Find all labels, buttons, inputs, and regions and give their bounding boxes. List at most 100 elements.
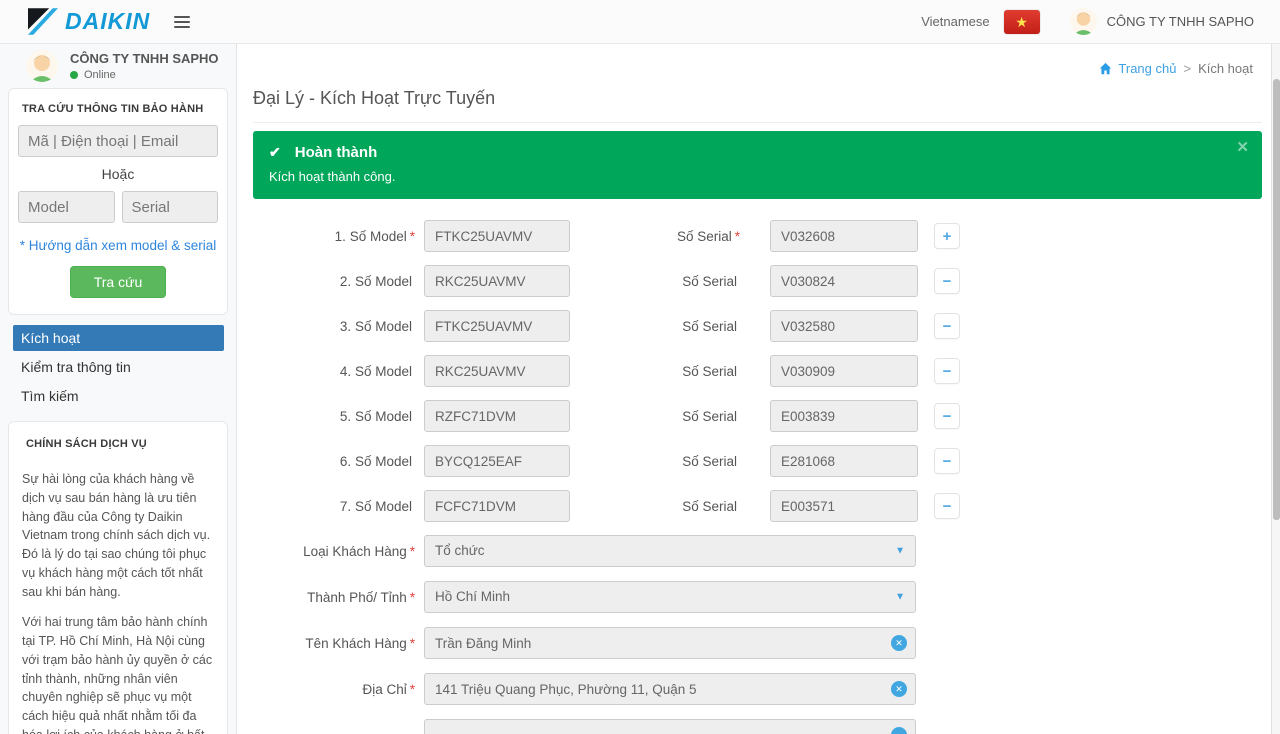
lookup-submit-button[interactable]: Tra cứu	[70, 266, 167, 298]
policy-paragraph: Với hai trung tâm bảo hành chính tại TP.…	[22, 613, 214, 734]
serial-label: Số Serial	[570, 274, 740, 289]
serial-label: Số Serial*	[570, 229, 740, 244]
sidebar-user-panel: CÔNG TY TNHH SAPHO Online	[0, 44, 236, 88]
model-serial-guide-link[interactable]: * Hướng dẫn xem model & serial	[18, 238, 218, 253]
user-avatar[interactable]	[1070, 8, 1097, 35]
serial-label: Số Serial	[570, 364, 740, 379]
service-policy-card: CHÍNH SÁCH DỊCH VỤ Sự hài lòng của khách…	[8, 421, 228, 734]
customer-type-select[interactable]: Tổ chức	[424, 535, 916, 567]
sidebar-user-name: CÔNG TY TNHH SAPHO	[70, 51, 219, 66]
sidebar-item-activate[interactable]: Kích hoạt	[13, 325, 224, 351]
breadcrumb-current: Kích hoạt	[1198, 61, 1253, 76]
sidebar-item-check-info[interactable]: Kiểm tra thông tin	[13, 354, 224, 380]
vietnam-flag-icon[interactable]: ★	[1004, 10, 1040, 34]
clear-icon[interactable]: ✕	[891, 681, 907, 697]
customer-type-label: Loại Khách Hàng*	[253, 544, 415, 559]
sidebar-avatar	[26, 50, 58, 82]
remove-row-button[interactable]: −	[934, 403, 960, 429]
lookup-model-input[interactable]	[18, 191, 115, 223]
serial-input[interactable]	[770, 400, 918, 432]
partial-input[interactable]	[424, 719, 916, 734]
model-serial-row: 4. Số Model Số Serial −	[253, 355, 1262, 387]
remove-row-button[interactable]: −	[934, 448, 960, 474]
clear-icon[interactable]: ✕	[891, 635, 907, 651]
warranty-lookup-card: TRA CỨU THÔNG TIN BẢO HÀNH Hoặc * Hướng …	[8, 88, 228, 315]
city-label: Thành Phố/ Tỉnh*	[253, 590, 415, 605]
remove-row-button[interactable]: −	[934, 358, 960, 384]
model-label: 6. Số Model	[253, 454, 415, 469]
serial-label: Số Serial	[570, 409, 740, 424]
activation-form: 1. Số Model* Số Serial* + 2. Số Model Số…	[253, 220, 1262, 734]
flag-star: ★	[1015, 15, 1028, 29]
alert-message: Kích hoạt thành công.	[269, 169, 1246, 184]
customer-name-row: Tên Khách Hàng* ✕	[253, 627, 1262, 659]
model-input[interactable]	[424, 445, 570, 477]
lookup-code-input[interactable]	[18, 125, 218, 157]
breadcrumb-home-link[interactable]: Trang chủ	[1099, 61, 1176, 76]
model-serial-row: 6. Số Model Số Serial −	[253, 445, 1262, 477]
page-title: Đại Lý - Kích Hoạt Trực Tuyến	[253, 88, 1262, 123]
check-icon: ✔	[269, 144, 281, 161]
sidebar: CÔNG TY TNHH SAPHO Online TRA CỨU THÔNG …	[0, 44, 237, 734]
model-serial-row: 2. Số Model Số Serial −	[253, 265, 1262, 297]
serial-label: Số Serial	[570, 499, 740, 514]
serial-input[interactable]	[770, 445, 918, 477]
success-alert: ✔ Hoàn thành Kích hoạt thành công. ✕	[253, 131, 1262, 199]
model-label: 7. Số Model	[253, 499, 415, 514]
model-serial-row: 7. Số Model Số Serial −	[253, 490, 1262, 522]
serial-input[interactable]	[770, 310, 918, 342]
model-input[interactable]	[424, 490, 570, 522]
lookup-card-title: TRA CỨU THÔNG TIN BẢO HÀNH	[18, 99, 218, 125]
customer-name-label: Tên Khách Hàng*	[253, 636, 415, 651]
model-input[interactable]	[424, 220, 570, 252]
customer-name-input[interactable]	[424, 627, 916, 659]
daikin-logo-mark	[28, 8, 58, 35]
serial-input[interactable]	[770, 220, 918, 252]
sidebar-item-search[interactable]: Tìm kiếm	[13, 383, 224, 409]
breadcrumb-separator: >	[1183, 61, 1191, 76]
model-input[interactable]	[424, 400, 570, 432]
alert-title: Hoàn thành	[295, 144, 378, 161]
main-content: Trang chủ > Kích hoạt Đại Lý - Kích Hoạt…	[237, 44, 1272, 734]
online-status-label: Online	[84, 69, 116, 81]
city-select[interactable]: Hồ Chí Minh	[424, 581, 916, 613]
breadcrumb-home-label: Trang chủ	[1118, 61, 1176, 76]
sidebar-menu: Kích hoạt Kiểm tra thông tin Tìm kiếm	[0, 325, 236, 409]
vertical-scrollbar[interactable]	[1271, 44, 1280, 734]
add-row-button[interactable]: +	[934, 223, 960, 249]
model-input[interactable]	[424, 355, 570, 387]
customer-type-row: Loại Khách Hàng* Tổ chức ▼	[253, 535, 1262, 567]
policy-card-title: CHÍNH SÁCH DỊCH VỤ	[22, 434, 214, 460]
partial-row	[253, 719, 1262, 734]
top-bar: DAIKIN Vietnamese ★ CÔNG TY TNHH SAPHO	[0, 0, 1280, 44]
alert-close-icon[interactable]: ✕	[1236, 138, 1249, 156]
remove-row-button[interactable]: −	[934, 313, 960, 339]
breadcrumb: Trang chủ > Kích hoạt	[1099, 61, 1253, 76]
address-input[interactable]	[424, 673, 916, 705]
model-label: 3. Số Model	[253, 319, 415, 334]
model-label: 1. Số Model*	[253, 229, 415, 244]
serial-input[interactable]	[770, 355, 918, 387]
serial-input[interactable]	[770, 490, 918, 522]
daikin-logo[interactable]: DAIKIN	[0, 8, 150, 35]
scrollbar-thumb[interactable]	[1273, 79, 1280, 520]
language-label[interactable]: Vietnamese	[921, 14, 989, 29]
city-row: Thành Phố/ Tỉnh* Hồ Chí Minh ▼	[253, 581, 1262, 613]
daikin-logo-text: DAIKIN	[65, 8, 150, 35]
online-status-dot	[70, 71, 78, 79]
top-user-name[interactable]: CÔNG TY TNHH SAPHO	[1107, 14, 1254, 29]
model-label: 4. Số Model	[253, 364, 415, 379]
remove-row-button[interactable]: −	[934, 493, 960, 519]
address-label: Địa Chỉ*	[253, 682, 415, 697]
model-serial-row: 1. Số Model* Số Serial* +	[253, 220, 1262, 252]
serial-input[interactable]	[770, 265, 918, 297]
model-label: 2. Số Model	[253, 274, 415, 289]
model-input[interactable]	[424, 265, 570, 297]
remove-row-button[interactable]: −	[934, 268, 960, 294]
hamburger-icon[interactable]	[174, 13, 190, 31]
lookup-serial-input[interactable]	[122, 191, 219, 223]
model-input[interactable]	[424, 310, 570, 342]
or-label: Hoặc	[18, 166, 218, 182]
serial-label: Số Serial	[570, 319, 740, 334]
home-icon	[1099, 62, 1112, 75]
